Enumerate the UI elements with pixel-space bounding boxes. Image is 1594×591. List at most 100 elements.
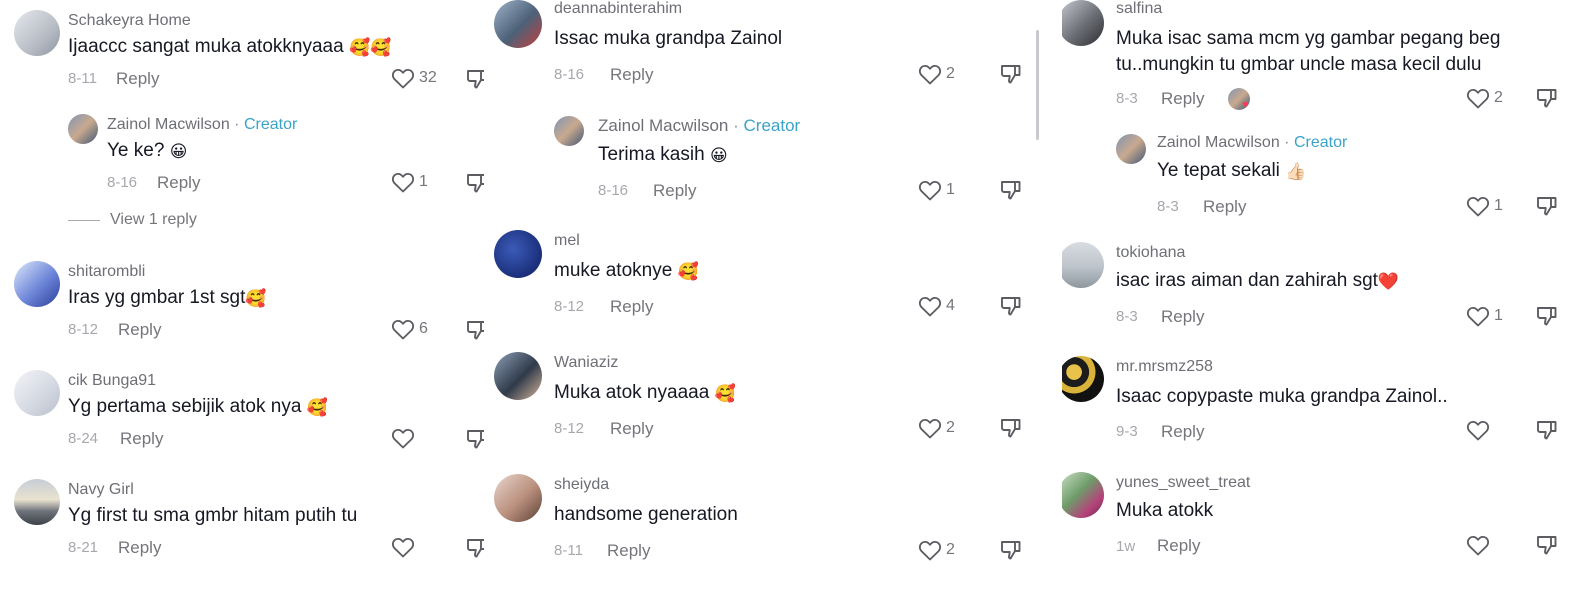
like-count: 2	[946, 419, 955, 436]
like-count: 1	[1494, 197, 1503, 214]
like-button[interactable]: 1	[1466, 305, 1503, 327]
reply-button[interactable]: Reply	[118, 320, 161, 340]
heart-outline-icon	[918, 63, 942, 85]
like-button[interactable]: 1	[1466, 195, 1503, 217]
reply-button[interactable]: Reply	[120, 429, 163, 449]
scrollbar[interactable]	[1036, 30, 1039, 140]
like-button[interactable]: 2	[918, 63, 955, 85]
username[interactable]: Navy Girl	[68, 481, 134, 499]
avatar[interactable]	[1062, 242, 1104, 288]
heart-outline-icon	[391, 427, 415, 449]
reply-button[interactable]: Reply	[607, 541, 650, 561]
avatar[interactable]	[14, 479, 60, 525]
like-button[interactable]: 32	[391, 67, 437, 89]
username[interactable]: sheiyda	[554, 476, 609, 494]
heart-outline-icon	[918, 417, 942, 439]
like-button[interactable]	[391, 427, 415, 449]
comment-text: muke atoknye 🥰	[554, 258, 699, 285]
avatar[interactable]	[494, 0, 542, 48]
comment-column-3: salfina Muka isac sama mcm yg gambar peg…	[1062, 0, 1594, 591]
avatar[interactable]	[494, 230, 542, 278]
like-button[interactable]	[1466, 419, 1490, 441]
username[interactable]: shitarombli	[68, 263, 145, 281]
comment-text: Isaac copypaste muka grandpa Zainol..	[1116, 386, 1448, 407]
avatar[interactable]	[494, 474, 542, 522]
comment-date: 8-3	[1116, 90, 1138, 107]
like-button[interactable]: 4	[918, 295, 955, 317]
smiling-hearts-emoji: 🥰🥰	[348, 38, 392, 57]
heart-outline-icon	[391, 318, 415, 340]
username[interactable]: Schakeyra Home	[68, 12, 191, 30]
reply-button[interactable]: Reply	[116, 69, 159, 89]
reply-button[interactable]: Reply	[157, 173, 200, 193]
thumbs-down-icon[interactable]	[466, 68, 484, 90]
avatar[interactable]	[14, 370, 60, 416]
avatar[interactable]	[1062, 356, 1104, 402]
reply-button[interactable]: Reply	[610, 297, 653, 317]
comment-date: 8-16	[107, 174, 138, 191]
thumbs-down-icon[interactable]	[1000, 179, 1022, 201]
thumbs-down-icon[interactable]	[1000, 295, 1022, 317]
thumbs-down-icon[interactable]	[1536, 534, 1558, 556]
like-count: 4	[946, 297, 955, 314]
like-button[interactable]: 1	[391, 171, 428, 193]
username[interactable]: mel	[554, 232, 580, 250]
view-replies-button[interactable]: View 1 reply	[68, 211, 197, 229]
avatar[interactable]	[68, 114, 98, 144]
like-button[interactable]: 2	[1466, 87, 1503, 109]
like-button[interactable]: 2	[918, 417, 955, 439]
thumbs-down-icon[interactable]	[1000, 417, 1022, 439]
smiling-hearts-emoji: 🥰	[245, 289, 267, 308]
avatar[interactable]	[554, 116, 584, 146]
username[interactable]: mr.mrsmz258	[1116, 358, 1213, 376]
avatar[interactable]	[1116, 134, 1146, 164]
reply-button[interactable]: Reply	[610, 419, 653, 439]
username[interactable]: Zainol Macwilson · Creator	[107, 116, 297, 134]
username[interactable]: yunes_sweet_treat	[1116, 474, 1250, 492]
avatar[interactable]	[1062, 472, 1104, 518]
reply-button[interactable]: Reply	[1203, 197, 1246, 217]
creator-badge: Creator	[1293, 134, 1348, 151]
username[interactable]: deannabinterahim	[554, 0, 682, 18]
thumbs-down-icon[interactable]	[1536, 305, 1558, 327]
thumbs-down-icon[interactable]	[1000, 539, 1022, 561]
thumbs-down-icon[interactable]	[466, 172, 484, 194]
like-button[interactable]	[1466, 534, 1490, 556]
comment-text: Ye tepat sekali 👍🏻	[1157, 158, 1306, 185]
thumbs-down-icon[interactable]	[466, 319, 484, 341]
username[interactable]: tokiohana	[1116, 244, 1185, 262]
thumbs-down-icon[interactable]	[1536, 87, 1558, 109]
avatar[interactable]	[1062, 0, 1104, 46]
comment-date: 8-16	[598, 182, 629, 199]
username[interactable]: Waniaziz	[554, 354, 618, 372]
reply-button[interactable]: Reply	[653, 181, 696, 201]
comment-text: Iras yg gmbar 1st sgt🥰	[68, 285, 267, 312]
reply-button[interactable]: Reply	[1161, 422, 1204, 442]
reply-button[interactable]: Reply	[1161, 307, 1204, 327]
reply-button[interactable]: Reply	[610, 65, 653, 85]
thumbs-down-icon[interactable]	[466, 537, 484, 559]
like-button[interactable]: 6	[391, 318, 428, 340]
username[interactable]: Zainol Macwilson · Creator	[598, 116, 800, 136]
reply-button[interactable]: Reply	[118, 538, 161, 558]
like-count: 1	[946, 181, 955, 198]
username[interactable]: Zainol Macwilson · Creator	[1157, 134, 1347, 152]
thumbs-down-icon[interactable]	[1536, 419, 1558, 441]
thumbs-down-icon[interactable]	[1000, 63, 1022, 85]
avatar[interactable]	[14, 261, 60, 307]
username[interactable]: salfina	[1116, 0, 1162, 18]
comment-date: 8-11	[554, 542, 583, 559]
thumbs-down-icon[interactable]	[466, 428, 484, 450]
reply-button[interactable]: Reply	[1161, 89, 1204, 109]
avatar[interactable]	[14, 10, 60, 56]
username[interactable]: cik Bunga91	[68, 372, 156, 390]
like-button[interactable]	[391, 536, 415, 558]
divider	[68, 219, 100, 221]
avatar[interactable]	[494, 352, 542, 400]
thumbs-down-icon[interactable]	[1536, 195, 1558, 217]
like-button[interactable]: 2	[918, 539, 955, 561]
reply-button[interactable]: Reply	[1157, 536, 1200, 556]
like-button[interactable]: 1	[918, 179, 955, 201]
heart-outline-icon	[918, 179, 942, 201]
like-count: 2	[946, 541, 955, 558]
